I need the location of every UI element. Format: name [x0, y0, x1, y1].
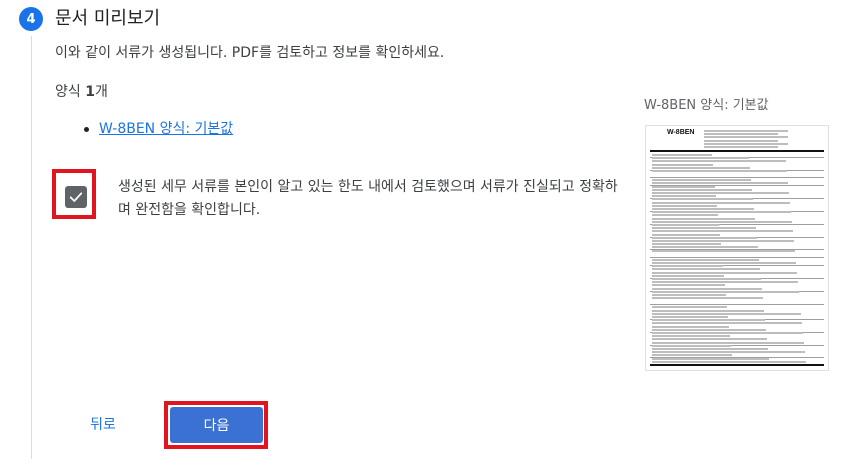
preview-rule [650, 177, 824, 179]
preview-text-line [652, 249, 795, 252]
preview-text-line [652, 154, 712, 156]
preview-text-line [652, 240, 794, 242]
intro-text: 이와 같이 서류가 생성됩니다. PDF를 검토하고 정보를 확인하세요. [55, 45, 445, 61]
preview-text-line [652, 170, 787, 172]
document-count-suffix: 개 [94, 84, 108, 100]
preview-header-text [704, 133, 778, 136]
preview-text-line [652, 312, 801, 315]
preview-text-line [652, 297, 763, 300]
confirm-checkbox[interactable] [65, 186, 87, 208]
preview-text-line [652, 319, 765, 322]
step-title: 문서 미리보기 [55, 8, 161, 29]
preview-text-line [652, 224, 719, 226]
preview-text-line [652, 335, 730, 338]
preview-header-text [704, 139, 778, 142]
preview-text-line [652, 354, 732, 357]
preview-text-line [652, 338, 767, 341]
preview-text-line [652, 179, 751, 182]
preview-form-title: W-8BEN [667, 129, 695, 136]
preview-text-line [652, 243, 721, 246]
preview-rule [650, 304, 824, 306]
preview-text-line [652, 309, 764, 312]
preview-text-line [652, 201, 790, 204]
preview-text-line [652, 294, 726, 296]
preview-label: W-8BEN 양식: 기본값 [644, 98, 769, 113]
preview-text-line [652, 351, 805, 354]
preview-text-line [652, 160, 786, 163]
preview-text-line [652, 325, 729, 328]
preview-text-line [652, 360, 806, 363]
preview-text-line [652, 328, 766, 331]
preview-text-line [652, 306, 727, 309]
preview-text-line [652, 220, 792, 223]
preview-text-line [652, 198, 753, 201]
document-preview-thumbnail[interactable]: W-8BEN [646, 126, 828, 370]
preview-text-line [652, 182, 788, 185]
preview-header-text [704, 130, 788, 132]
document-count-value: 1 [85, 84, 95, 100]
preview-text-line [652, 195, 716, 198]
preview-text-line [652, 262, 796, 264]
preview-text-line [652, 227, 756, 230]
preview-text-line [652, 208, 754, 210]
confirmation-text: 생성된 세무 서류를 본인이 알고 있는 한도 내에서 검토했으며 서류가 진실… [118, 179, 618, 218]
next-button[interactable]: 다음 [170, 407, 263, 443]
preview-text-line [652, 341, 804, 344]
preview-text-line [652, 166, 750, 169]
preview-text-line [652, 322, 802, 325]
preview-text-line [652, 284, 725, 287]
preview-text-line [652, 236, 757, 239]
document-link-w8ben[interactable]: W-8BEN 양식: 기본값 [99, 121, 233, 137]
preview-text-line [652, 287, 762, 290]
preview-text-line [652, 265, 723, 268]
preview-text-line [652, 357, 769, 360]
preview-text-line [652, 230, 793, 233]
preview-text-line [652, 348, 768, 350]
preview-text-line [652, 163, 713, 166]
preview-text-line [652, 332, 803, 334]
preview-text-line [652, 290, 799, 293]
document-list: W-8BEN 양식: 기본값 [80, 118, 233, 140]
document-count-prefix: 양식 [55, 84, 86, 100]
preview-text-line [652, 214, 718, 217]
preview-text-line [652, 268, 760, 271]
preview-text-line [652, 344, 731, 347]
preview-rule [650, 150, 824, 152]
preview-text-line [652, 157, 749, 160]
preview-header-text [704, 146, 778, 148]
preview-header-text [704, 142, 788, 145]
preview-text-line [652, 192, 789, 194]
preview-rule [650, 364, 824, 366]
preview-text-line [652, 258, 759, 261]
preview-text-line [652, 316, 728, 318]
document-count: 양식 1개 [55, 82, 108, 102]
preview-text-line [652, 278, 761, 280]
preview-text-line [652, 185, 715, 188]
preview-text-line [652, 188, 752, 191]
preview-text-line [652, 281, 798, 284]
preview-header-text [704, 136, 788, 139]
preview-text-line [652, 211, 791, 214]
preview-text-line [652, 217, 755, 220]
check-icon [69, 192, 83, 202]
preview-text-line [652, 204, 717, 207]
step-connector-line [31, 36, 32, 459]
preview-rule [650, 256, 824, 258]
preview-text-line [652, 271, 797, 274]
preview-text-line [652, 274, 724, 277]
step-number-badge: 4 [19, 7, 43, 31]
list-item: W-8BEN 양식: 기본값 [80, 118, 233, 140]
back-button[interactable]: 뒤로 [76, 407, 130, 441]
preview-text-line [652, 246, 758, 249]
preview-text-line [652, 233, 720, 236]
